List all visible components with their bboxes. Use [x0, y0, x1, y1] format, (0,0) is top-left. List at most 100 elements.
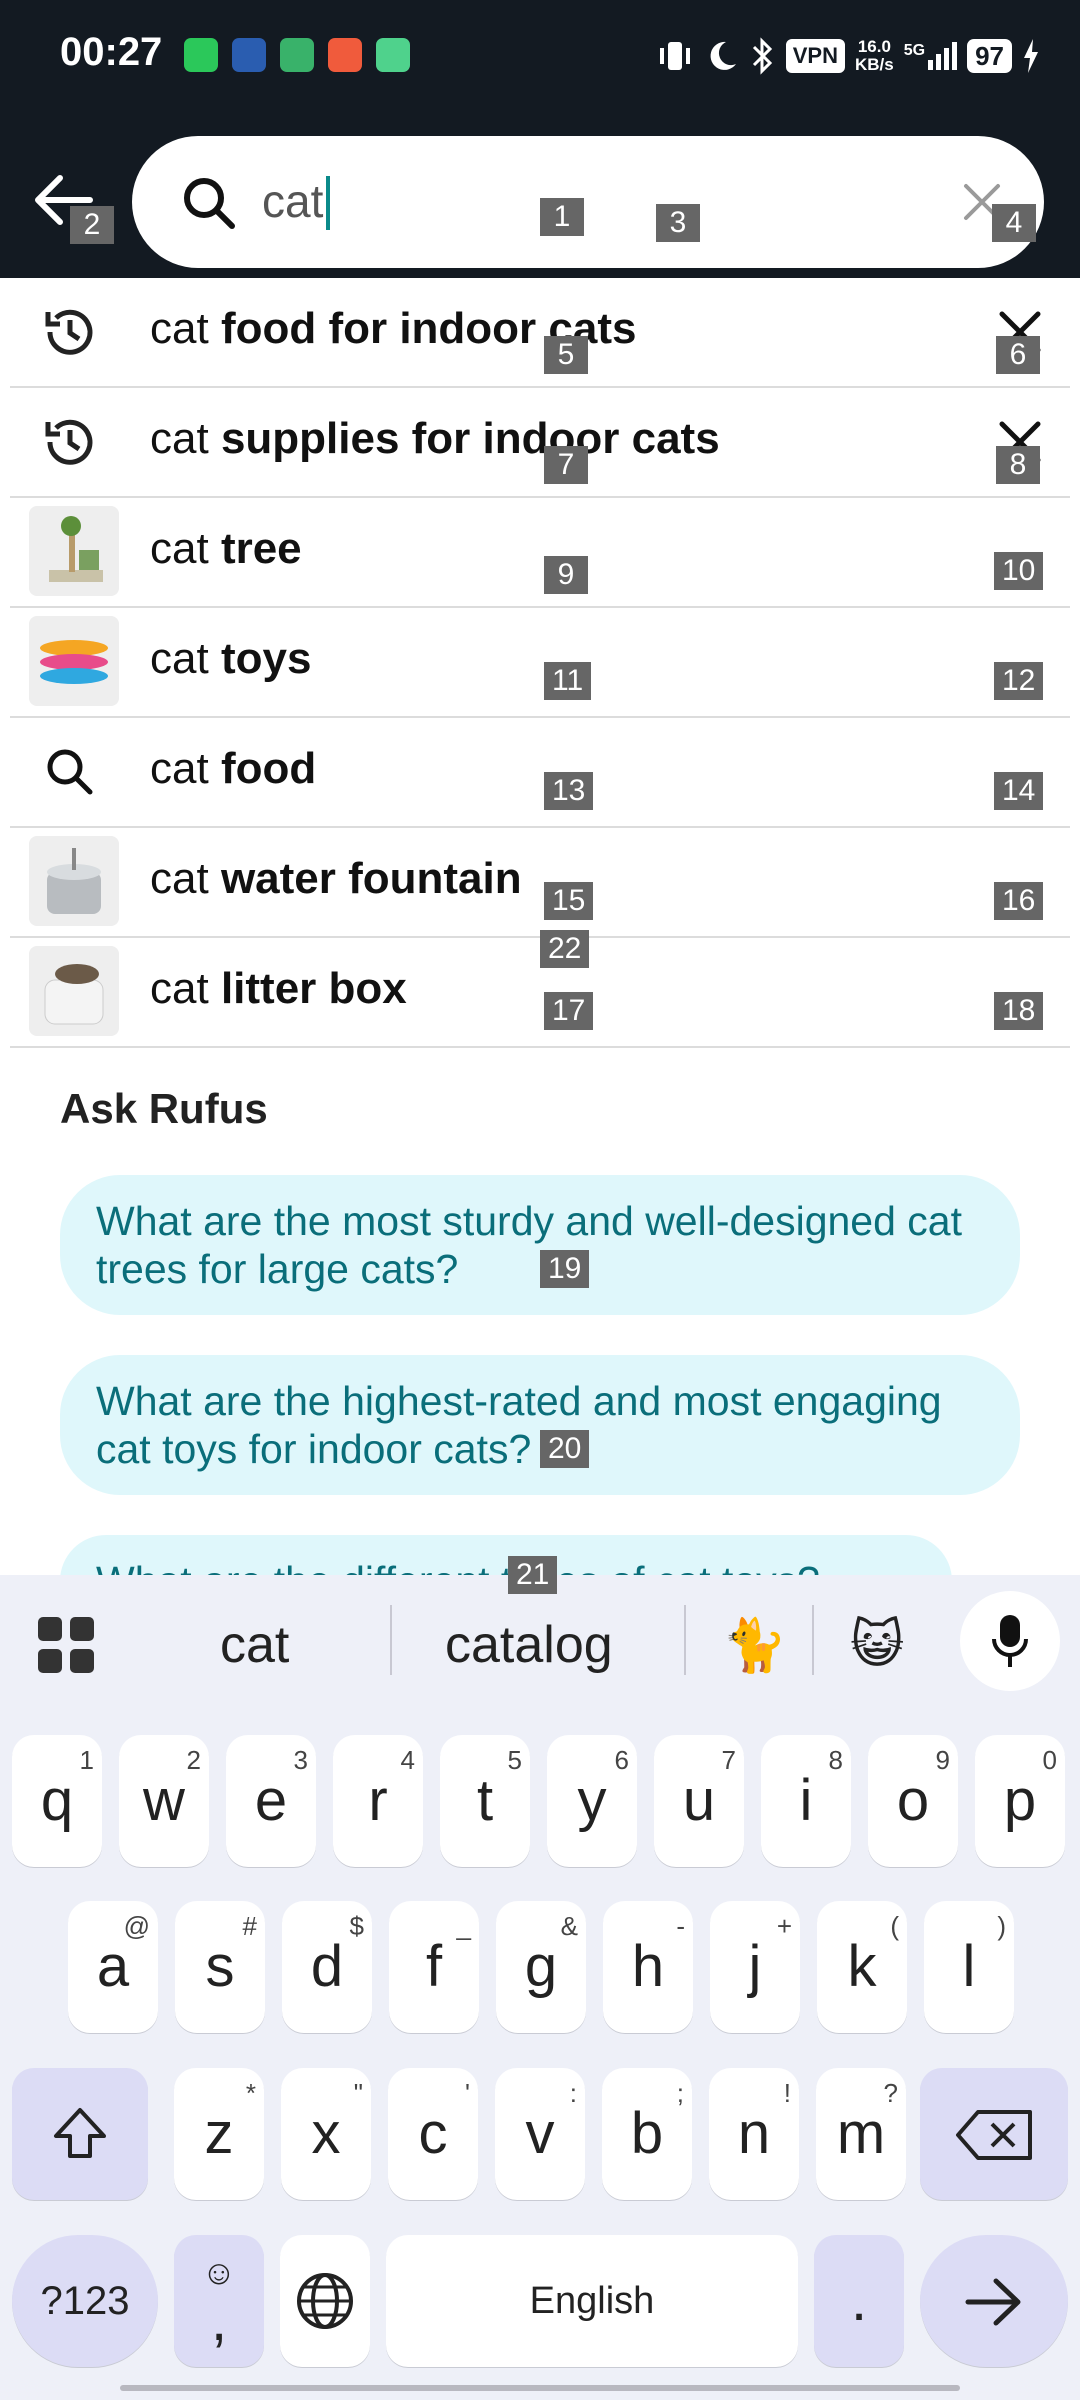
wechat-icon	[184, 38, 218, 72]
enter-key[interactable]	[920, 2235, 1068, 2367]
apps-grid-icon[interactable]	[36, 1615, 98, 1677]
key-z[interactable]: z *	[174, 2068, 264, 2200]
overlay-tag: 22	[540, 930, 590, 968]
key-hint: 5	[507, 1745, 522, 1775]
key-label: y	[577, 1768, 607, 1833]
symbols-key[interactable]: ?123	[12, 2235, 158, 2367]
overlay-tag: 1	[540, 198, 584, 236]
gesture-bar	[120, 2385, 960, 2391]
key-label: e	[254, 1768, 288, 1833]
suggestion-item[interactable]: cat food	[10, 718, 1070, 828]
key-m[interactable]: m?	[816, 2068, 906, 2200]
litter-box-thumbnail	[29, 946, 119, 1036]
microphone-icon	[992, 1615, 1028, 1667]
key-n[interactable]: n!	[709, 2068, 799, 2200]
key-hint: &	[560, 1911, 578, 1941]
key-label: b	[630, 2101, 664, 2166]
key-label: n	[737, 2101, 771, 2166]
key-k[interactable]: k(	[817, 1901, 907, 2033]
overlay-tag: 18	[994, 992, 1044, 1030]
overlay-tag: 10	[994, 552, 1044, 590]
key-d[interactable]: d $	[282, 1901, 372, 2033]
key-w[interactable]: w2	[119, 1735, 209, 1867]
key-p[interactable]: p0	[975, 1735, 1065, 1867]
key-hint: !	[783, 2078, 791, 2108]
rufus-question-chip[interactable]: What are the highest-rated and most enga…	[60, 1355, 1020, 1495]
key-label: v	[525, 2101, 555, 2166]
key-b[interactable]: b;	[602, 2068, 692, 2200]
keyboard-suggestion[interactable]: catalog	[445, 1615, 613, 1675]
key-q[interactable]: q1	[12, 1735, 102, 1867]
key-label: q	[40, 1768, 74, 1833]
backspace-key[interactable]	[920, 2068, 1068, 2200]
key-i[interactable]: i8	[761, 1735, 851, 1867]
overlay-tag: 17	[544, 992, 594, 1030]
key-e[interactable]: e3	[226, 1735, 316, 1867]
arrow-right-icon	[965, 2278, 1021, 2326]
divider	[812, 1605, 814, 1675]
key-f[interactable]: f _	[389, 1901, 479, 2033]
overlay-tag: 11	[544, 662, 592, 700]
overlay-tag: 14	[994, 772, 1044, 810]
suggestion-item[interactable]: cat supplies for indoor cats	[10, 388, 1070, 498]
key-y[interactable]: y6	[547, 1735, 637, 1867]
voice-input-button[interactable]	[960, 1591, 1060, 1691]
suggestion-item[interactable]: cat toys	[10, 608, 1070, 718]
overlay-tag: 7	[544, 446, 588, 484]
key-a[interactable]: a @	[68, 1901, 158, 2033]
key-label: k	[847, 1934, 877, 1999]
key-o[interactable]: o9	[868, 1735, 958, 1867]
cat-tree-thumbnail	[29, 506, 119, 596]
key-u[interactable]: u7	[654, 1735, 744, 1867]
key-hint: 0	[1042, 1745, 1057, 1775]
space-key[interactable]: English	[386, 2235, 798, 2367]
key-label: u	[682, 1768, 716, 1833]
key-label: i	[799, 1768, 813, 1833]
shift-key[interactable]	[12, 2068, 148, 2200]
key-label: t	[476, 1768, 494, 1833]
suggestion-item[interactable]: cat food for indoor cats	[10, 278, 1070, 388]
bluetooth-icon	[752, 37, 772, 75]
key-g[interactable]: g &	[496, 1901, 586, 2033]
key-v[interactable]: v:	[495, 2068, 585, 2200]
key-l[interactable]: l)	[924, 1901, 1014, 2033]
language-key[interactable]	[280, 2235, 370, 2367]
network-type: 5G	[903, 42, 926, 59]
key-hint: -	[676, 1911, 685, 1941]
emoji-suggestion[interactable]: 🐈	[722, 1615, 787, 1676]
key-label: c	[418, 2101, 448, 2166]
key-c[interactable]: c '	[388, 2068, 478, 2200]
key-hint: 1	[79, 1745, 94, 1775]
suggestion-text: cat litter box	[150, 964, 407, 1013]
key-s[interactable]: s #	[175, 1901, 265, 2033]
key-j[interactable]: j +	[710, 1901, 800, 2033]
overlay-tag: 13	[544, 772, 594, 810]
key-t[interactable]: t5	[440, 1735, 530, 1867]
search-bar[interactable]	[132, 136, 1044, 268]
key-label: m	[836, 2101, 886, 2166]
key-r[interactable]: r4	[333, 1735, 423, 1867]
key-h[interactable]: h-	[603, 1901, 693, 2033]
overlay-tag: 12	[994, 662, 1044, 700]
key-label: f	[425, 1934, 443, 1999]
soft-keyboard: cat catalog 🐈 😺 q1w2e3r4t5y6u7i8o9p0 a @ s…	[0, 1575, 1080, 2400]
key-label: p	[1003, 1768, 1037, 1833]
emoji-comma-key[interactable]: ☺ ,	[174, 2235, 264, 2367]
shift-icon	[54, 2108, 106, 2158]
key-x[interactable]: x "	[281, 2068, 371, 2200]
key-hint: $	[349, 1911, 364, 1941]
vpn-badge: VPN	[785, 39, 845, 73]
key-hint: (	[890, 1911, 899, 1941]
vibrate-icon	[659, 42, 690, 70]
key-hint: 7	[721, 1745, 736, 1775]
keyboard-suggestion[interactable]: cat	[220, 1615, 289, 1675]
period-key[interactable]: .	[814, 2235, 904, 2367]
key-hint: *	[245, 2078, 256, 2108]
suggestion-item[interactable]: cat water fountain	[10, 828, 1070, 938]
suggestion-item[interactable]: cat tree	[10, 498, 1070, 608]
emoji-suggestion[interactable]: 😺	[850, 1615, 904, 1675]
key-label: o	[896, 1768, 930, 1833]
divider	[684, 1605, 686, 1675]
rufus-question-chip[interactable]: What are the most sturdy and well-design…	[60, 1175, 1020, 1315]
overlay-tag: 6	[996, 336, 1040, 374]
